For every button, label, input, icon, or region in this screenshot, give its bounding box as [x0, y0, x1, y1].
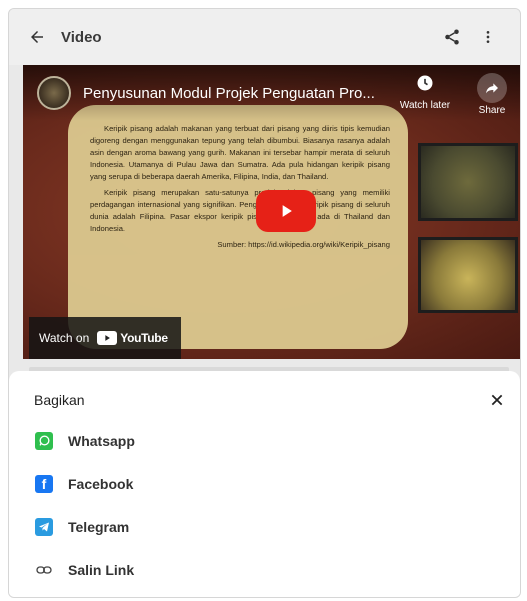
- slide-source: Sumber: https://id.wikipedia.org/wiki/Ke…: [217, 240, 390, 249]
- clock-icon: [417, 75, 433, 91]
- facebook-icon: f: [35, 474, 53, 493]
- link-icon: [35, 561, 53, 579]
- share-option-label: Whatsapp: [68, 432, 135, 449]
- youtube-logo: YouTube: [97, 331, 168, 345]
- share-bottom-sheet: Bagikan Whatsapp f Facebook Telegram Sal…: [9, 371, 520, 597]
- share-option-label: Facebook: [68, 475, 134, 492]
- slide-paragraph-2: Keripik pisang merupakan satu-satunya pr…: [90, 188, 390, 233]
- sheet-title: Bagikan: [34, 392, 85, 408]
- top-app-bar: Video: [9, 9, 520, 65]
- video-title[interactable]: Penyusunan Modul Projek Penguatan Pro...: [83, 85, 388, 102]
- watch-on-youtube-link[interactable]: Watch on YouTube: [29, 317, 181, 359]
- watch-later-button[interactable]: Watch later: [395, 73, 455, 111]
- watch-later-label: Watch later: [399, 100, 451, 111]
- banana-chips-photo-1: [418, 143, 518, 221]
- back-button[interactable]: [13, 9, 61, 65]
- slide-panel: Keripik pisang adalah makanan yang terbu…: [68, 105, 408, 349]
- channel-avatar[interactable]: [37, 76, 71, 110]
- app-frame: Video Keripik pisang adalah makanan yang…: [8, 8, 521, 598]
- play-icon: [282, 205, 292, 217]
- share-option-label: Salin Link: [68, 561, 135, 578]
- close-icon: [491, 394, 503, 406]
- youtube-wordmark: YouTube: [120, 331, 168, 345]
- slide-paragraph-1: Keripik pisang adalah makanan yang terbu…: [90, 124, 390, 181]
- share-icon: [445, 29, 459, 45]
- play-button[interactable]: [256, 190, 316, 232]
- page-title: Video: [61, 28, 102, 46]
- watch-on-label: Watch on: [39, 331, 90, 345]
- whatsapp-icon: [35, 431, 53, 450]
- youtube-icon: [97, 331, 118, 345]
- share-label: Share: [478, 105, 506, 116]
- video-share-button[interactable]: Share: [467, 73, 517, 116]
- slide-text: Keripik pisang adalah makanan yang terbu…: [90, 123, 390, 255]
- telegram-icon: [35, 517, 53, 536]
- share-option-whatsapp[interactable]: Whatsapp: [9, 419, 520, 462]
- share-button[interactable]: [434, 9, 470, 65]
- share-option-facebook[interactable]: f Facebook: [9, 462, 520, 505]
- share-option-copy-link[interactable]: Salin Link: [9, 548, 520, 591]
- more-options-button[interactable]: [470, 9, 506, 65]
- more-vertical-icon: [486, 31, 490, 43]
- close-button[interactable]: [486, 389, 508, 411]
- share-option-label: Telegram: [68, 518, 130, 535]
- sheet-header: Bagikan: [9, 371, 520, 419]
- share-arrow-icon: [477, 73, 507, 103]
- arrow-left-icon: [31, 31, 43, 43]
- video-player[interactable]: Keripik pisang adalah makanan yang terbu…: [23, 65, 520, 359]
- share-option-telegram[interactable]: Telegram: [9, 505, 520, 548]
- banana-chips-photo-2: [418, 237, 518, 313]
